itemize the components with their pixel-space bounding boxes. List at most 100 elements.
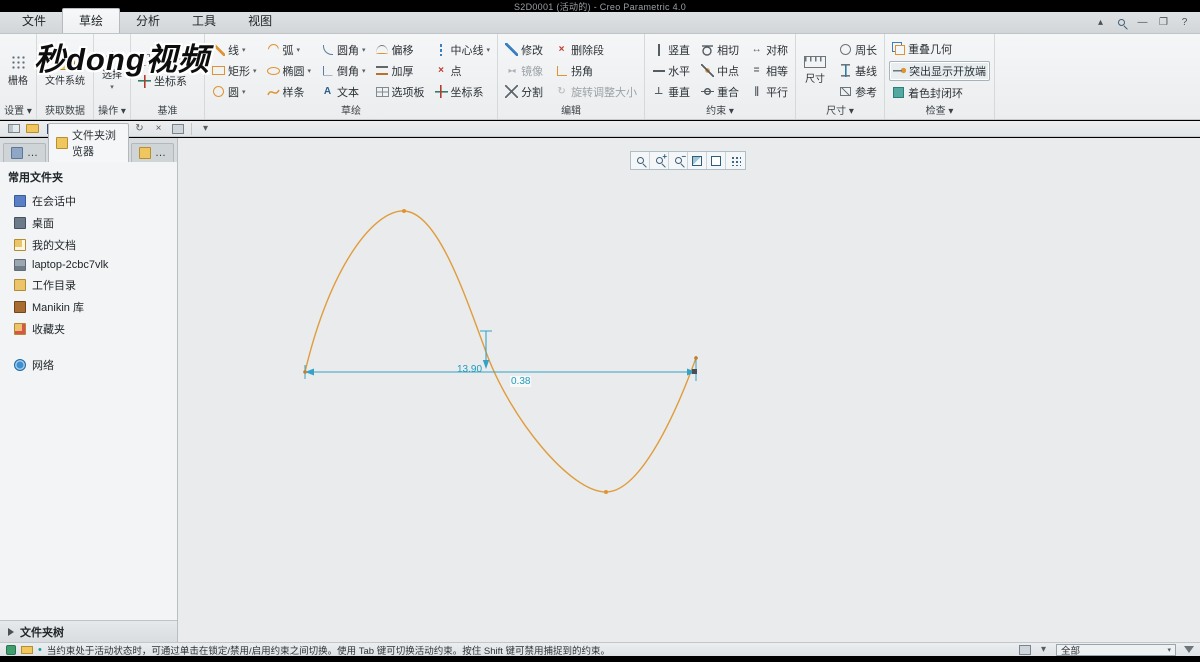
filter-funnel-icon[interactable] — [1184, 646, 1194, 653]
minimize-icon[interactable]: — — [1135, 15, 1150, 30]
parallel-constraint-button[interactable]: ∥ 平行 — [747, 83, 791, 101]
list-item-manikin-library[interactable]: Manikin 库 — [0, 296, 177, 318]
datum-csys-button[interactable]: 坐标系 — [135, 72, 200, 90]
baseline-button[interactable]: 基线 — [836, 62, 880, 80]
group-label-dimension[interactable]: 尺寸 ▾ — [800, 105, 880, 119]
symmetric-constraint-button[interactable]: ↔ 对称 — [747, 41, 791, 59]
tab-sketch[interactable]: 草绘 — [62, 8, 121, 33]
spline-icon — [266, 85, 280, 98]
file-system-button[interactable]: 文件系统 — [41, 53, 89, 89]
centerline-button[interactable]: 中心线 ▾ — [432, 41, 494, 59]
overlapping-geometry-button[interactable]: 重叠几何 — [889, 40, 990, 58]
palette-button[interactable]: 选项板 — [373, 83, 428, 101]
dimension-value-secondary[interactable]: 0.38 — [510, 376, 532, 387]
help-icon[interactable]: ? — [1177, 15, 1192, 30]
line-button[interactable]: 线 ▾ — [209, 41, 260, 59]
refit-button[interactable] — [688, 152, 707, 169]
vertical-constraint-button[interactable]: 竖直 — [649, 41, 693, 59]
tab-file[interactable]: 文件 — [6, 9, 62, 33]
selection-filter-dropdown[interactable]: 全部 ▾ — [1056, 643, 1176, 657]
status-bullet-icon: • — [38, 643, 42, 656]
rotate-resize-button[interactable]: ↻ 旋转调整大小 — [552, 83, 640, 101]
point-button[interactable]: × 点 — [432, 62, 494, 80]
group-label-operations[interactable]: 操作 ▾ — [98, 105, 126, 119]
tab-folder-browser[interactable]: 文件夹浏览器 — [48, 123, 129, 162]
folder-tree-bar[interactable]: 文件夹树 — [0, 620, 177, 642]
thicken-button[interactable]: 加厚 — [373, 62, 428, 80]
model-status-icon[interactable] — [6, 644, 16, 655]
text-button[interactable]: A 文本 — [318, 83, 369, 101]
construction-mode-button[interactable]: 构造模式 — [135, 51, 200, 69]
zoom-window-button[interactable] — [631, 152, 650, 169]
divide-button[interactable]: 分割 — [502, 83, 546, 101]
list-item-desktop[interactable]: 桌面 — [0, 212, 177, 234]
list-item-network[interactable]: 网络 — [0, 354, 177, 376]
select-button[interactable]: 选择 ▾ — [98, 49, 126, 93]
zoom-out-button[interactable]: − — [669, 152, 688, 169]
dimension-value-width[interactable]: 13.90 — [457, 364, 482, 375]
midpoint-constraint-button[interactable]: 中点 — [698, 62, 742, 80]
erase-button[interactable]: × — [150, 122, 167, 136]
display-button[interactable] — [169, 122, 186, 136]
list-item-computer[interactable]: laptop-2cbc7vlk — [0, 256, 177, 274]
zoom-in-button[interactable]: + — [650, 152, 669, 169]
tab-model-tree[interactable]: … — [3, 143, 46, 162]
repaint-button[interactable] — [707, 152, 726, 169]
filter-dropdown-arrow[interactable]: ▾ — [1039, 643, 1048, 657]
equal-constraint-button[interactable]: = 相等 — [747, 62, 791, 80]
perpendicular-constraint-button[interactable]: ⊥ 垂直 — [649, 83, 693, 101]
display-filter-icon[interactable] — [1019, 644, 1031, 655]
rectangle-button[interactable]: 矩形 ▾ — [209, 62, 260, 80]
fillet-button[interactable]: 圆角 ▾ — [318, 41, 369, 59]
open-button[interactable] — [24, 122, 41, 136]
customize-toolbar-dropdown[interactable]: ▾ — [197, 122, 214, 136]
collapse-ribbon-icon[interactable]: ▴ — [1093, 15, 1108, 30]
restore-icon[interactable]: ❐ — [1156, 15, 1171, 30]
app-window: S2D0001 (活动的) - Creo Parametric 4.0 文件 草… — [0, 0, 1200, 662]
dimension-button[interactable]: 尺寸 — [800, 54, 830, 87]
group-label-inspect[interactable]: 检查 ▾ — [889, 105, 990, 119]
sketch-canvas[interactable]: 13.90 0.38 + − — [178, 138, 1200, 642]
list-item-documents[interactable]: 我的文档 — [0, 234, 177, 256]
list-item-working-directory[interactable]: 工作目录 — [0, 274, 177, 296]
horizontal-constraint-button[interactable]: 水平 — [649, 62, 693, 80]
divider — [191, 122, 192, 135]
centerline-icon — [435, 43, 448, 56]
group-dimension: 尺寸 周长 基线 参考 尺寸 ▾ — [796, 34, 886, 119]
tangent-constraint-button[interactable]: 相切 — [698, 41, 742, 59]
modify-button[interactable]: 修改 — [502, 41, 546, 59]
display-options-button[interactable] — [726, 152, 745, 169]
window-layout-button[interactable] — [5, 122, 22, 136]
circle-button[interactable]: 圆 ▾ — [209, 83, 260, 101]
spline-button[interactable]: 样条 — [264, 83, 315, 101]
group-operations: 选择 ▾ 操作 ▾ — [94, 34, 131, 119]
offset-button[interactable]: 偏移 — [373, 41, 428, 59]
perimeter-button[interactable]: 周长 — [836, 41, 880, 59]
group-label-settings[interactable]: 设置 ▾ — [4, 105, 32, 119]
chamfer-button[interactable]: 倒角 ▾ — [318, 62, 369, 80]
tab-favorites[interactable]: … — [131, 143, 174, 162]
mirror-button[interactable]: ▸◂ 镜像 — [502, 62, 546, 80]
arc-button[interactable]: 弧 ▾ — [264, 41, 315, 59]
group-label-constrain[interactable]: 约束 ▾ — [649, 105, 791, 119]
corner-button[interactable]: 拐角 — [552, 62, 640, 80]
list-item-in-session[interactable]: 在会话中 — [0, 190, 177, 212]
highlight-open-ends-button[interactable]: 突出显示开放端 — [889, 60, 991, 81]
folder-browser-body: 常用文件夹 在会话中 桌面 我的文档 laptop-2cbc7vlk 工作目录 … — [0, 162, 177, 620]
tab-analysis[interactable]: 分析 — [120, 9, 176, 33]
tab-view[interactable]: 视图 — [232, 9, 288, 33]
mirror-icon: ▸◂ — [508, 65, 516, 75]
regenerate-button[interactable]: ↻ — [131, 122, 148, 136]
search-icon[interactable] — [1114, 15, 1129, 30]
grid-settings-button[interactable]: 栅格 — [4, 53, 32, 89]
csys-button[interactable]: 坐标系 — [432, 83, 494, 101]
shade-closed-loops-button[interactable]: 着色封闭环 — [889, 84, 990, 102]
coincident-constraint-button[interactable]: 重合 — [698, 83, 742, 101]
tab-tools[interactable]: 工具 — [176, 9, 232, 33]
reference-button[interactable]: 参考 — [836, 83, 880, 101]
folder-list: 在会话中 桌面 我的文档 laptop-2cbc7vlk 工作目录 Maniki… — [0, 190, 177, 376]
folder-status-icon[interactable] — [21, 645, 33, 654]
ellipse-button[interactable]: 椭圆 ▾ — [264, 62, 315, 80]
delete-segment-button[interactable]: × 删除段 — [552, 41, 640, 59]
list-item-favorites[interactable]: 收藏夹 — [0, 318, 177, 340]
